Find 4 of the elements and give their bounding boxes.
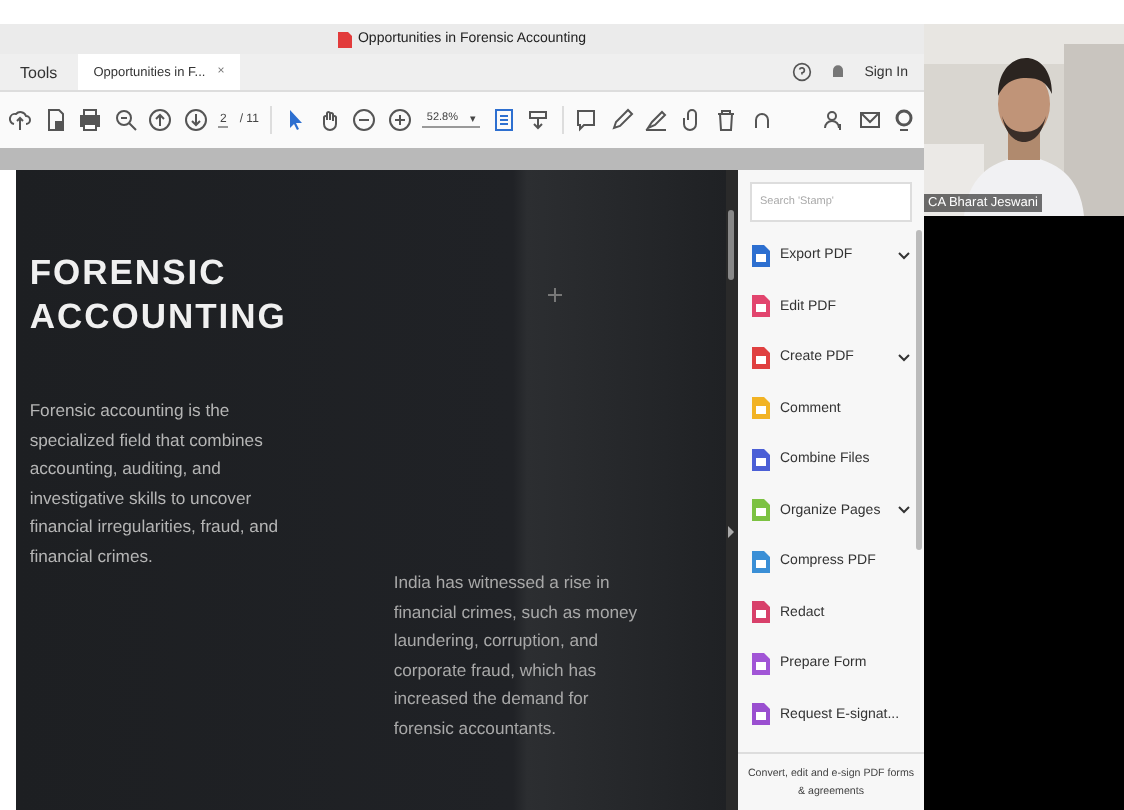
slide-heading: FORENSIC ACCOUNTING — [29, 250, 289, 338]
slide-paragraph: India has witnessed a rise in financial crimes, such as money laundering, corruption, and corporate fraud, which has increased the demand for forensic accountants. — [393, 570, 638, 741]
slide-paragraph: Forensic accounting is the specialized field that combines accounting, auditing, and investigative skills to uncover financial irregularities, fraud, and financial crimes. — [29, 398, 281, 569]
tools-menu[interactable]: Tools — [0, 54, 78, 90]
